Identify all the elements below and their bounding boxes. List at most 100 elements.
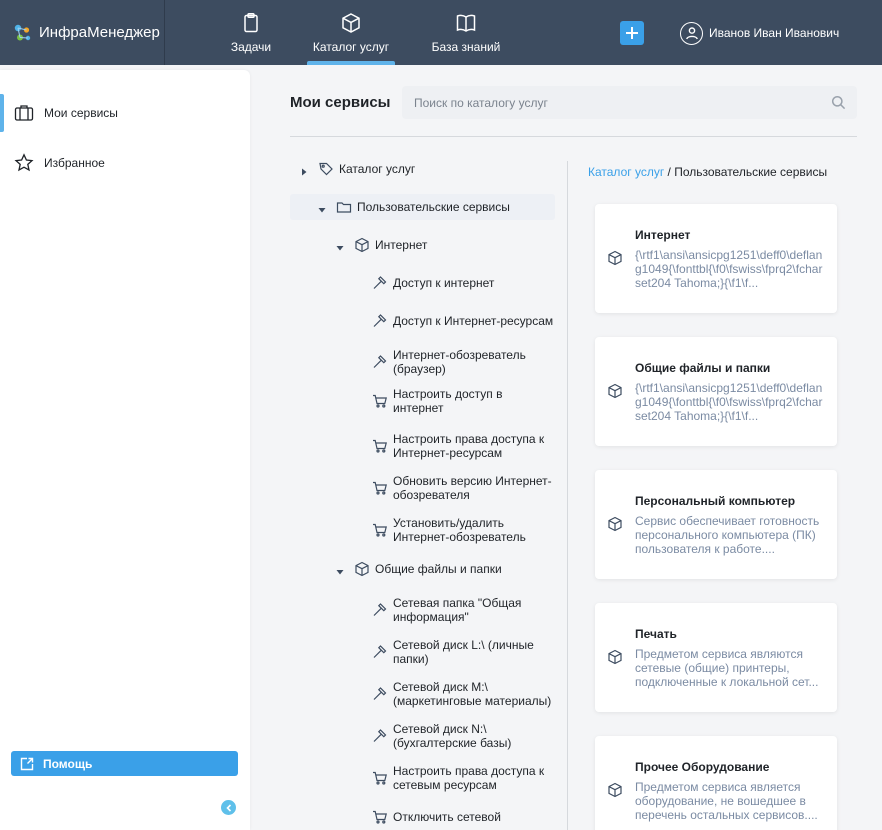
tree-node[interactable]: Сетевой диск N:\ (бухгалтерские базы) [290, 720, 555, 752]
service-card-description: Сервис обеспечивает готовность персональ… [635, 514, 820, 556]
cube-icon [354, 561, 370, 577]
tree-node[interactable]: Доступ к Интернет-ресурсам [290, 308, 555, 334]
user-name: Иванов Иван Иванович [709, 26, 840, 40]
hammer-icon [372, 275, 388, 291]
cart-icon [372, 809, 388, 825]
book-icon [456, 14, 476, 32]
user-icon [685, 27, 698, 40]
tree-node-label: Общие файлы и папки [375, 562, 502, 576]
tree-node[interactable]: Сетевой диск M:\ (маркетинговые материал… [290, 678, 555, 710]
cube-icon [354, 237, 370, 253]
tree-node-label: Установить/удалить Интернет-обозреватель [393, 516, 526, 544]
tree-node-label: Сетевой диск L:\ (личные папки) [393, 638, 534, 666]
tree-node[interactable]: Настроить права доступа к Интернет-ресур… [290, 430, 555, 462]
header-divider [290, 136, 857, 137]
sidebar-item-label: Мои сервисы [44, 106, 118, 120]
plus-icon [626, 27, 638, 39]
folder-icon [336, 199, 352, 215]
breadcrumb-link-catalog[interactable]: Каталог услуг [588, 165, 664, 179]
hammer-icon [372, 728, 388, 744]
avatar [680, 21, 703, 45]
chevron-left-icon [225, 803, 231, 812]
sidebar-item-my-services[interactable]: Мои сервисы [0, 94, 250, 132]
tag-icon [318, 161, 334, 177]
search-icon[interactable] [831, 95, 846, 110]
nav-knowledge-base[interactable]: База знаний [426, 0, 506, 65]
sidebar-item-label: Избранное [44, 156, 105, 170]
hammer-icon [372, 313, 388, 329]
tree-node-label: Интернет [375, 238, 428, 252]
breadcrumb: Каталог услуг / Пользовательские сервисы [588, 165, 827, 179]
hammer-icon [372, 686, 388, 702]
tree-node-label: Доступ к интернет [393, 276, 495, 290]
nav-label: База знаний [431, 40, 501, 54]
caret-down-icon[interactable] [336, 565, 344, 575]
service-card[interactable]: Прочее Оборудование Предметом сервиса явл… [595, 736, 837, 830]
help-label: Помощь [43, 756, 93, 771]
nav-label: Каталог услуг [312, 40, 390, 54]
cube-icon [607, 250, 623, 266]
tree-node-label: Обновить версию Интернет-обозревателя [393, 474, 552, 502]
caret-down-icon[interactable] [336, 241, 344, 251]
breadcrumb-current: Пользовательские сервисы [674, 165, 828, 179]
cube-icon [607, 782, 623, 798]
cube-icon [342, 13, 360, 33]
service-card-title: Печать [635, 627, 677, 641]
briefcase-icon [14, 105, 34, 121]
cart-icon [372, 438, 388, 454]
service-card-description: Предметом сервиса являются сетевые (общи… [635, 647, 819, 689]
cube-icon [607, 516, 623, 532]
tree-node[interactable]: Обновить версию Интернет-обозревателя [290, 472, 555, 504]
caret-down-icon[interactable] [318, 203, 326, 213]
service-card[interactable]: Персональный компьютер Сервис обеспечивае… [595, 470, 837, 579]
hammer-icon [372, 354, 388, 370]
tree-node[interactable]: Отключить сетевой [290, 804, 555, 830]
tree-node[interactable]: Настроить доступ в интернет [290, 387, 555, 415]
nav-tasks[interactable]: Задачи [216, 0, 286, 65]
tree-node-label: Сетевой диск N:\ (бухгалтерские базы) [393, 722, 512, 750]
logo-icon [14, 24, 31, 40]
tree-node-label: Пользовательские сервисы [357, 200, 510, 214]
tree-node[interactable]: Сетевая папка "Общая информация" [290, 594, 555, 626]
tree-node[interactable]: Установить/удалить Интернет-обозреватель [290, 514, 555, 546]
app-logo[interactable]: ИнфраМенеджер [0, 0, 165, 65]
service-card-description: Предметом сервиса является оборудование,… [635, 780, 818, 822]
top-bar: ИнфраМенеджер Задачи Каталог услуг База … [0, 0, 882, 65]
sidebar-collapse-button[interactable] [221, 800, 236, 815]
create-button[interactable] [620, 21, 644, 45]
tree-node[interactable]: Доступ к интернет [290, 270, 555, 296]
tree-node-label: Настроить доступ в интернет [393, 387, 503, 415]
tree-node[interactable]: Сетевой диск L:\ (личные папки) [290, 636, 555, 668]
service-card[interactable]: Печать Предметом сервиса являются сетевые… [595, 603, 837, 712]
help-chat-icon [20, 757, 34, 770]
cart-icon [372, 522, 388, 538]
service-card-title: Персональный компьютер [635, 494, 796, 508]
panel-divider [567, 161, 568, 830]
nav-service-catalog[interactable]: Каталог услуг [307, 0, 395, 65]
help-button[interactable]: Помощь [11, 751, 238, 776]
tree-node[interactable]: Каталог услуг [290, 156, 555, 182]
service-card[interactable]: Общие файлы и папки {\rtf1\ansi\ansicpg12… [595, 337, 837, 446]
service-card-title: Общие файлы и папки [635, 361, 771, 375]
tree-node-label: Настроить права доступа к сетевым ресурс… [393, 764, 545, 792]
tree-node-label: Отключить сетевой [393, 810, 501, 824]
tree-node-label: Настроить права доступа к Интернет-ресур… [393, 432, 545, 460]
app-name: ИнфраМенеджер [39, 24, 160, 41]
cart-icon [372, 480, 388, 496]
caret-right-icon[interactable] [300, 165, 308, 176]
service-card-title: Прочее Оборудование [635, 760, 770, 774]
star-icon [14, 153, 34, 172]
service-card-title: Интернет [635, 228, 691, 242]
tree-node[interactable]: Общие файлы и папки [290, 556, 555, 582]
sidebar-item-favorites[interactable]: Избранное [0, 144, 250, 182]
hammer-icon [372, 644, 388, 660]
search-input[interactable] [402, 86, 857, 119]
tree-node[interactable]: Пользовательские сервисы [290, 194, 555, 220]
sidebar: Мои сервисы Избранное Помощь [0, 70, 250, 830]
service-card[interactable]: Интернет {\rtf1\ansi\ansicpg1251\deff0\de… [595, 204, 837, 313]
user-menu[interactable]: Иванов Иван Иванович [680, 21, 839, 45]
tree-node[interactable]: Настроить права доступа к сетевым ресурс… [290, 762, 555, 794]
tree-node-label: Каталог услуг [339, 162, 416, 176]
tree-node[interactable]: Интернет-обозреватель (браузер) [290, 346, 555, 378]
tree-node[interactable]: Интернет [290, 232, 555, 258]
